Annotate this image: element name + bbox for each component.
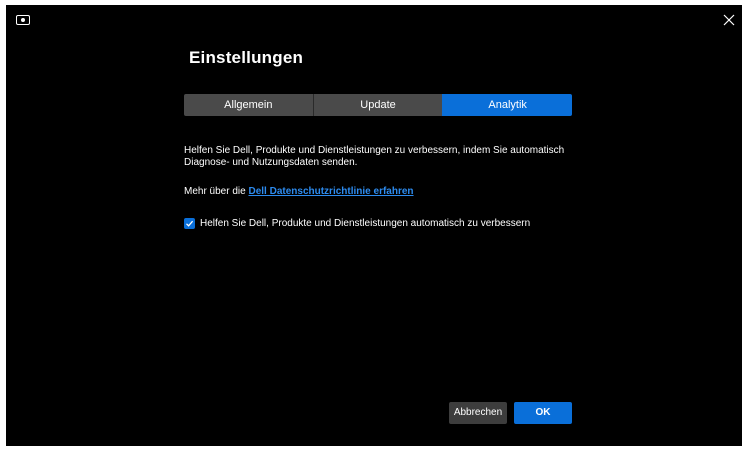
monitor-icon: [16, 15, 30, 25]
tab-bar: Allgemein Update Analytik: [184, 94, 573, 116]
consent-checkbox[interactable]: [184, 218, 195, 229]
privacy-text: Mehr über die Dell Datenschutzrichtlinie…: [184, 186, 414, 198]
analytics-description: Helfen Sie Dell, Produkte und Dienstleis…: [184, 145, 584, 169]
close-button[interactable]: [720, 11, 738, 29]
privacy-policy-link[interactable]: Dell Datenschutzrichtlinie erfahren: [248, 186, 413, 197]
cancel-button[interactable]: Abbrechen: [449, 402, 507, 424]
tab-allgemein[interactable]: Allgemein: [184, 94, 313, 116]
page-title: Einstellungen: [189, 48, 304, 67]
description-line-2: Diagnose- und Nutzungsdaten senden.: [184, 157, 358, 168]
settings-window: Einstellungen Allgemein Update Analytik …: [6, 5, 742, 446]
tab-analytik[interactable]: Analytik: [442, 94, 573, 116]
tab-update[interactable]: Update: [312, 94, 443, 116]
checkmark-icon: [186, 220, 194, 227]
ok-button[interactable]: OK: [514, 402, 572, 424]
close-icon: [723, 14, 735, 26]
privacy-prefix: Mehr über die: [184, 186, 249, 197]
consent-checkbox-label: Helfen Sie Dell, Produkte und Dienstleis…: [200, 218, 531, 229]
description-line-1: Helfen Sie Dell, Produkte und Dienstleis…: [184, 145, 565, 156]
analytics-consent-option[interactable]: Helfen Sie Dell, Produkte und Dienstleis…: [184, 218, 530, 229]
